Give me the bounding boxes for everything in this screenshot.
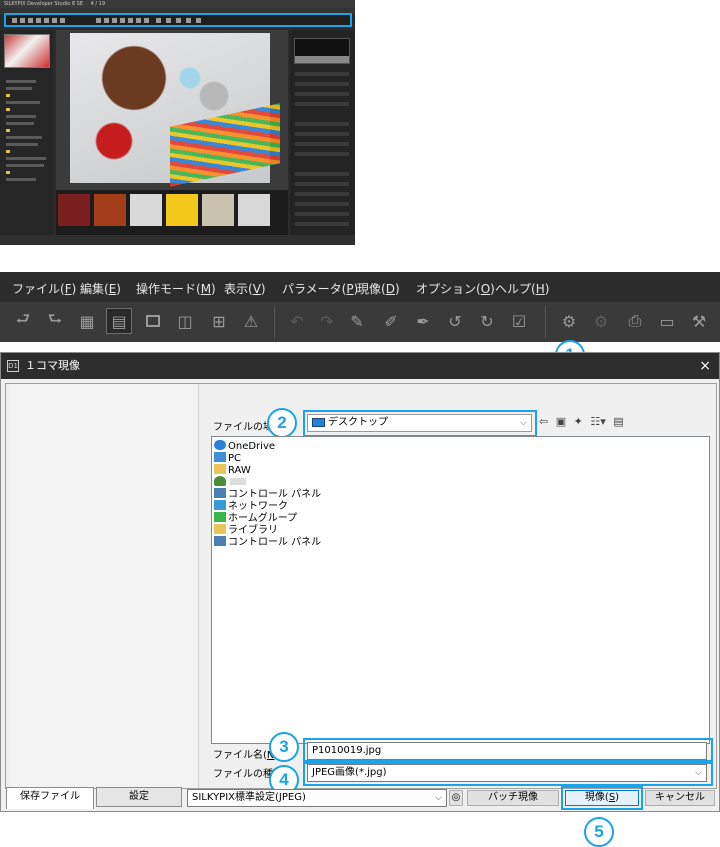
preset-option-button[interactable]: ◎	[449, 790, 463, 806]
menu-option[interactable]: オプション(O)	[416, 280, 495, 297]
pen-icon[interactable]: ✒	[410, 308, 436, 334]
toolbar: ⮐ ⮑ ▦ ▤ ◫ ⊞ ⚠ ↶ ↷ ✎ ✐ ✒ ↺ ↻ ☑ ⚙ ⚙ ⎙ ▭ ⚒	[0, 302, 720, 342]
preview-thumb-icon[interactable]: ▤	[106, 308, 132, 334]
list-item[interactable]: OneDrive	[214, 440, 275, 452]
dialog-app-icon: D1	[7, 360, 19, 372]
toolbar-highlight	[4, 13, 352, 27]
develop-settings-icon[interactable]: ⚙	[556, 308, 582, 334]
brush-icon[interactable]: ✎	[344, 308, 370, 334]
close-icon[interactable]: ×	[699, 353, 711, 379]
app-histogram	[294, 38, 350, 64]
film-thumb[interactable]	[202, 194, 234, 226]
rotate-right-icon[interactable]: ↻	[474, 308, 500, 334]
preset-select[interactable]: SILKYPIX標準設定(JPEG) ⌵	[187, 789, 447, 807]
app-right-panel	[290, 30, 355, 235]
step-badge-2: 2	[267, 408, 297, 438]
back-arrow-icon[interactable]: ⮐	[10, 308, 36, 334]
check-icon[interactable]: ☑	[506, 308, 532, 334]
new-folder-icon[interactable]: ✦	[574, 415, 583, 428]
up-folder-icon[interactable]: ▣	[556, 415, 566, 428]
menu-help[interactable]: ヘルプ(H)	[495, 280, 549, 297]
library-icon	[214, 524, 226, 534]
menu-edit[interactable]: 編集(E)	[80, 280, 121, 297]
compare-view-icon[interactable]: ◫	[172, 308, 198, 334]
tools-icon[interactable]: ⚒	[686, 308, 712, 334]
pc-icon	[214, 452, 226, 462]
highlight-filetype	[303, 760, 713, 786]
list-item[interactable]: RAW	[214, 464, 251, 476]
list-item[interactable]: ホームグループ	[214, 512, 297, 524]
menubar: ファイル(F) 編集(E) 操作モード(M) 表示(V) パラメータ(P) 現像…	[0, 272, 720, 302]
folder-icon	[214, 464, 226, 474]
grid-view-icon[interactable]: ▦	[74, 308, 100, 334]
film-thumb[interactable]	[130, 194, 162, 226]
forward-arrow-icon[interactable]: ⮑	[42, 308, 68, 334]
film-thumb[interactable]	[58, 194, 90, 226]
view-menu-icon[interactable]: ☷▾	[590, 415, 605, 428]
film-thumb[interactable]	[166, 194, 198, 226]
pipette-icon[interactable]: ✐	[378, 308, 404, 334]
app-filmstrip	[56, 190, 288, 235]
app-title: SILKYPIX Developer Studio 8 SE	[4, 1, 84, 7]
app-counter: 4 / 19	[90, 1, 106, 7]
highlight-develop	[561, 786, 643, 810]
monitor-icon[interactable]: ▭	[654, 308, 680, 334]
batch-settings-icon[interactable]: ⚙	[588, 308, 614, 334]
nav-icons: ⇦ ▣ ✦ ☷▾ ▤	[539, 415, 628, 428]
list-item[interactable]: PC	[214, 452, 241, 464]
print-icon[interactable]: ⎙	[622, 308, 648, 334]
list-item[interactable]: コントロール パネル	[214, 488, 321, 500]
network-icon	[214, 500, 226, 510]
menu-mode[interactable]: 操作モード(M)	[136, 280, 216, 297]
control-panel-icon	[214, 488, 226, 498]
menu-view[interactable]: 表示(V)	[224, 280, 266, 297]
full-view-icon[interactable]: ⊞	[206, 308, 232, 334]
app-preview-thumb	[4, 34, 50, 68]
list-item[interactable]: コントロール パネル	[214, 536, 321, 548]
highlight-location	[303, 410, 537, 437]
user-icon	[214, 476, 226, 486]
develop-dialog: D1 １コマ現像 × ファイルの場所(I) デスクトップ ⌵ 2 ⇦ ▣ ✦ ☷…	[0, 352, 720, 812]
dialog-title: １コマ現像	[25, 359, 80, 372]
step-badge-3: 3	[269, 732, 299, 762]
file-list[interactable]: OneDrive PC RAW コントロール パネル ネットワーク ホームグルー…	[211, 436, 710, 744]
single-view-icon[interactable]	[140, 308, 166, 334]
menu-parameter[interactable]: パラメータ(P)	[282, 280, 358, 297]
app-screenshot: SILKYPIX Developer Studio 8 SE 4 / 19	[0, 0, 355, 245]
dialog-left-pane	[11, 384, 199, 788]
app-statusbar	[0, 235, 355, 245]
control-panel-icon	[214, 536, 226, 546]
menu-file[interactable]: ファイル(F)	[12, 280, 76, 297]
list-item[interactable]: ライブラリ	[214, 524, 278, 536]
batch-develop-button[interactable]: バッチ現像	[467, 790, 559, 806]
warning-icon[interactable]: ⚠	[238, 308, 264, 334]
tab-settings[interactable]: 設定	[96, 787, 182, 807]
app-left-panel	[0, 30, 53, 235]
chevron-down-icon: ⌵	[435, 793, 442, 803]
back-icon[interactable]: ⇦	[539, 415, 548, 428]
folder-open-icon[interactable]: ▤	[613, 415, 623, 428]
dialog-titlebar: D1 １コマ現像 ×	[1, 353, 719, 379]
rotate-left-icon[interactable]: ↺	[442, 308, 468, 334]
app-titlebar: SILKYPIX Developer Studio 8 SE 4 / 19	[0, 0, 355, 8]
cancel-button[interactable]: キャンセル	[645, 790, 715, 806]
step-badge-5: 5	[584, 817, 614, 847]
list-item[interactable]: ネットワーク	[214, 500, 288, 512]
homegroup-icon	[214, 512, 226, 522]
menu-develop[interactable]: 現像(D)	[357, 280, 400, 297]
redo-icon[interactable]: ↷	[314, 308, 340, 334]
film-thumb[interactable]	[94, 194, 126, 226]
list-item[interactable]	[214, 476, 246, 488]
film-thumb[interactable]	[238, 194, 270, 226]
undo-icon[interactable]: ↶	[284, 308, 310, 334]
cloud-icon	[214, 440, 226, 450]
tab-save-file[interactable]: 保存ファイル	[6, 787, 94, 809]
